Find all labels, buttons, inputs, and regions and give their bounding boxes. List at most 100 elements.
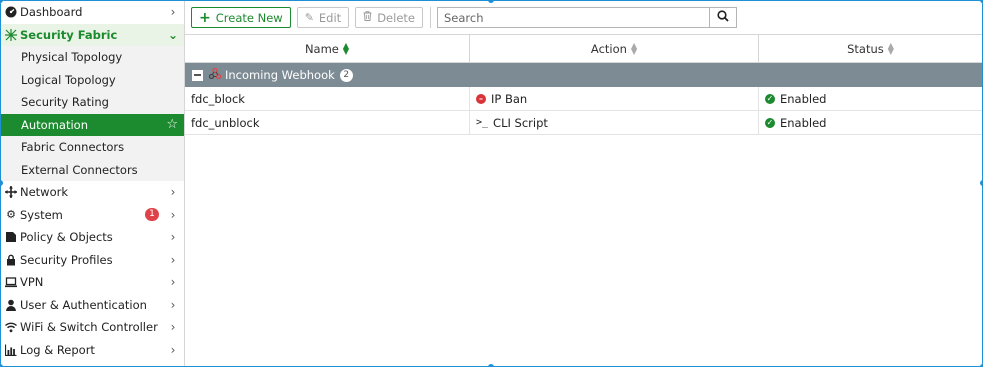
chevron-down-icon: ⌄ [168,27,179,42]
sidebar-item-external-connectors[interactable]: External Connectors [1,158,184,181]
column-header-status[interactable]: Status ▲ ▼ [759,35,982,62]
cell-status: ✓ Enabled [759,87,982,110]
chevron-right-icon: › [170,230,176,245]
sidebar-item-label: User & Authentication [20,297,147,312]
sidebar-item-label: Security Fabric [20,27,118,42]
sidebar-item-user-authentication[interactable]: User & Authentication › [1,294,184,317]
sidebar-item-label: Logical Topology [21,72,116,87]
chart-icon [5,344,17,356]
action-label: CLI Script [493,115,548,130]
check-circle-icon: ✓ [765,93,775,104]
chevron-right-icon: › [170,5,176,20]
chevron-right-icon: › [170,342,176,357]
user-icon [5,299,17,311]
sidebar-item-system[interactable]: ⚙ System 1 › [1,204,184,227]
column-header-label: Action [590,41,627,56]
search-input[interactable] [437,8,709,27]
sidebar-item-vpn[interactable]: VPN › [1,271,184,294]
sidebar-item-label: Log & Report [20,342,95,357]
pencil-icon: ✎ [304,11,314,24]
sidebar-item-label: Automation [21,117,88,132]
sidebar-item-physical-topology[interactable]: Physical Topology [1,46,184,69]
cell-name: fdc_block [185,87,470,110]
column-header-label: Status [847,41,884,56]
sidebar-item-security-profiles[interactable]: Security Profiles › [1,249,184,272]
create-new-label: Create New [215,10,283,25]
cell-action: – IP Ban [470,87,759,110]
policy-icon [5,231,17,243]
column-header-label: Name [304,41,339,56]
search-box [436,7,737,28]
sidebar-item-label: WiFi & Switch Controller [20,320,158,335]
sidebar-item-network[interactable]: Network › [1,181,184,204]
laptop-icon [5,276,17,288]
toolbar-divider [429,7,431,28]
sidebar-item-label: System [20,207,63,222]
sidebar-item-label: VPN [20,275,44,290]
star-icon[interactable]: ☆ [166,117,178,132]
sidebar-item-log-report[interactable]: Log & Report › [1,339,184,362]
check-circle-icon: ✓ [765,117,775,128]
sidebar-item-wifi-switch-controller[interactable]: WiFi & Switch Controller › [1,316,184,339]
sidebar-item-policy-objects[interactable]: Policy & Objects › [1,226,184,249]
column-header-action[interactable]: Action ▲ ▼ [470,35,759,62]
table-row[interactable]: fdc_block – IP Ban ✓ Enabled [185,87,982,111]
sidebar-item-label: Security Rating [21,95,109,110]
sidebar-item-label: Dashboard [20,5,83,20]
sidebar-item-automation[interactable]: Automation ☆ [1,113,184,136]
lock-icon [5,254,17,266]
security-fabric-icon [5,28,17,41]
column-header-name[interactable]: Name ▲ ▼ [185,35,470,62]
sidebar-item-label: Network [20,185,69,200]
group-header[interactable]: Incoming Webhook 2 [185,63,982,87]
sort-icon: ▲ ▼ [630,40,638,56]
create-new-button[interactable]: + Create New [191,7,291,28]
notification-badge: 1 [145,208,159,222]
cell-name: fdc_unblock [185,111,470,134]
search-icon [717,10,729,25]
sidebar-item-label: Policy & Objects [20,230,113,245]
sidebar: Dashboard › Security Fabric ⌄ Physical T… [1,1,185,366]
sidebar-item-dashboard[interactable]: Dashboard › [1,1,184,24]
action-label: IP Ban [491,91,528,106]
plus-icon: + [199,9,211,26]
terminal-icon: >_ [476,117,489,128]
group-count-badge: 2 [339,68,353,82]
table-header: Name ▲ ▼ Action ▲ ▼ Status ▲ ▼ [185,35,982,63]
sidebar-item-logical-topology[interactable]: Logical Topology [1,68,184,91]
chevron-right-icon: › [170,297,176,312]
network-icon [5,186,17,199]
sort-icon: ▲ ▼ [342,40,350,56]
chevron-right-icon: › [170,185,176,200]
chevron-right-icon: › [170,252,176,267]
edit-button[interactable]: ✎ Edit [296,7,350,28]
sidebar-item-label: Physical Topology [21,50,123,65]
edit-label: Edit [318,10,342,25]
sidebar-item-label: Security Profiles [20,252,113,267]
cell-status: ✓ Enabled [759,111,982,134]
wifi-icon [5,321,17,333]
status-label: Enabled [780,115,827,130]
table-row[interactable]: fdc_unblock >_ CLI Script ✓ Enabled [185,111,982,135]
sidebar-item-security-rating[interactable]: Security Rating [1,91,184,114]
webhook-icon [208,67,222,82]
chevron-right-icon: › [170,275,176,290]
collapse-icon[interactable] [192,69,203,81]
sidebar-item-security-fabric[interactable]: Security Fabric ⌄ [1,23,184,46]
sidebar-item-fabric-connectors[interactable]: Fabric Connectors [1,136,184,159]
app-window: Dashboard › Security Fabric ⌄ Physical T… [0,0,983,367]
toolbar: + Create New ✎ Edit Delete [185,1,982,35]
search-button[interactable] [708,8,736,27]
status-label: Enabled [780,91,827,106]
cell-action: >_ CLI Script [470,111,759,134]
delete-button[interactable]: Delete [355,7,423,28]
trash-icon [363,11,372,24]
ban-icon: – [476,93,486,104]
chevron-right-icon: › [170,207,176,222]
group-label: Incoming Webhook [225,68,335,82]
sort-icon: ▲ ▼ [887,40,894,56]
delete-label: Delete [377,10,415,25]
sidebar-item-label: External Connectors [21,162,138,177]
gear-icon: ⚙ [6,208,16,222]
dashboard-icon [5,6,17,18]
